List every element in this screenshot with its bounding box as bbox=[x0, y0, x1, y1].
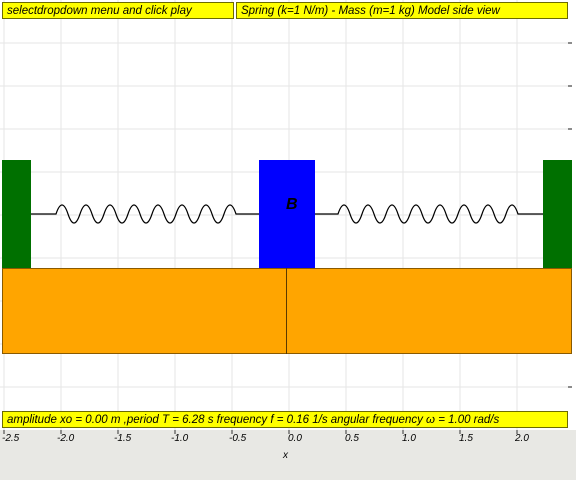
x-tick-label: 2.0 bbox=[515, 433, 529, 444]
left-wall bbox=[2, 160, 31, 268]
x-tick-label: 0.5 bbox=[345, 433, 359, 444]
right-edge bbox=[572, 0, 576, 430]
mass-label: B bbox=[286, 196, 298, 213]
simulation-frame: selectdropdown menu and click play Sprin… bbox=[0, 0, 576, 480]
info-banner: amplitude xo = 0.00 m ,period T = 6.28 s… bbox=[2, 411, 568, 428]
x-tick-label: 1.0 bbox=[402, 433, 416, 444]
right-spring bbox=[315, 204, 543, 224]
x-tick-label: -2.0 bbox=[57, 433, 75, 444]
simulation-plot[interactable]: selectdropdown menu and click play Sprin… bbox=[0, 0, 573, 430]
x-tick-label: 0.0 bbox=[288, 433, 302, 444]
mass-block[interactable] bbox=[259, 160, 315, 268]
x-tick-label: -1.0 bbox=[171, 433, 189, 444]
info-text: amplitude xo = 0.00 m ,period T = 6.28 s… bbox=[7, 414, 500, 426]
x-tick-label: 1.5 bbox=[459, 433, 473, 444]
x-tick-label: -1.5 bbox=[114, 433, 132, 444]
right-wall bbox=[543, 160, 572, 268]
x-axis-title: x bbox=[283, 450, 288, 461]
x-tick-label: -2.5 bbox=[2, 433, 20, 444]
x-tick-label: -0.5 bbox=[229, 433, 247, 444]
left-spring bbox=[31, 204, 259, 224]
